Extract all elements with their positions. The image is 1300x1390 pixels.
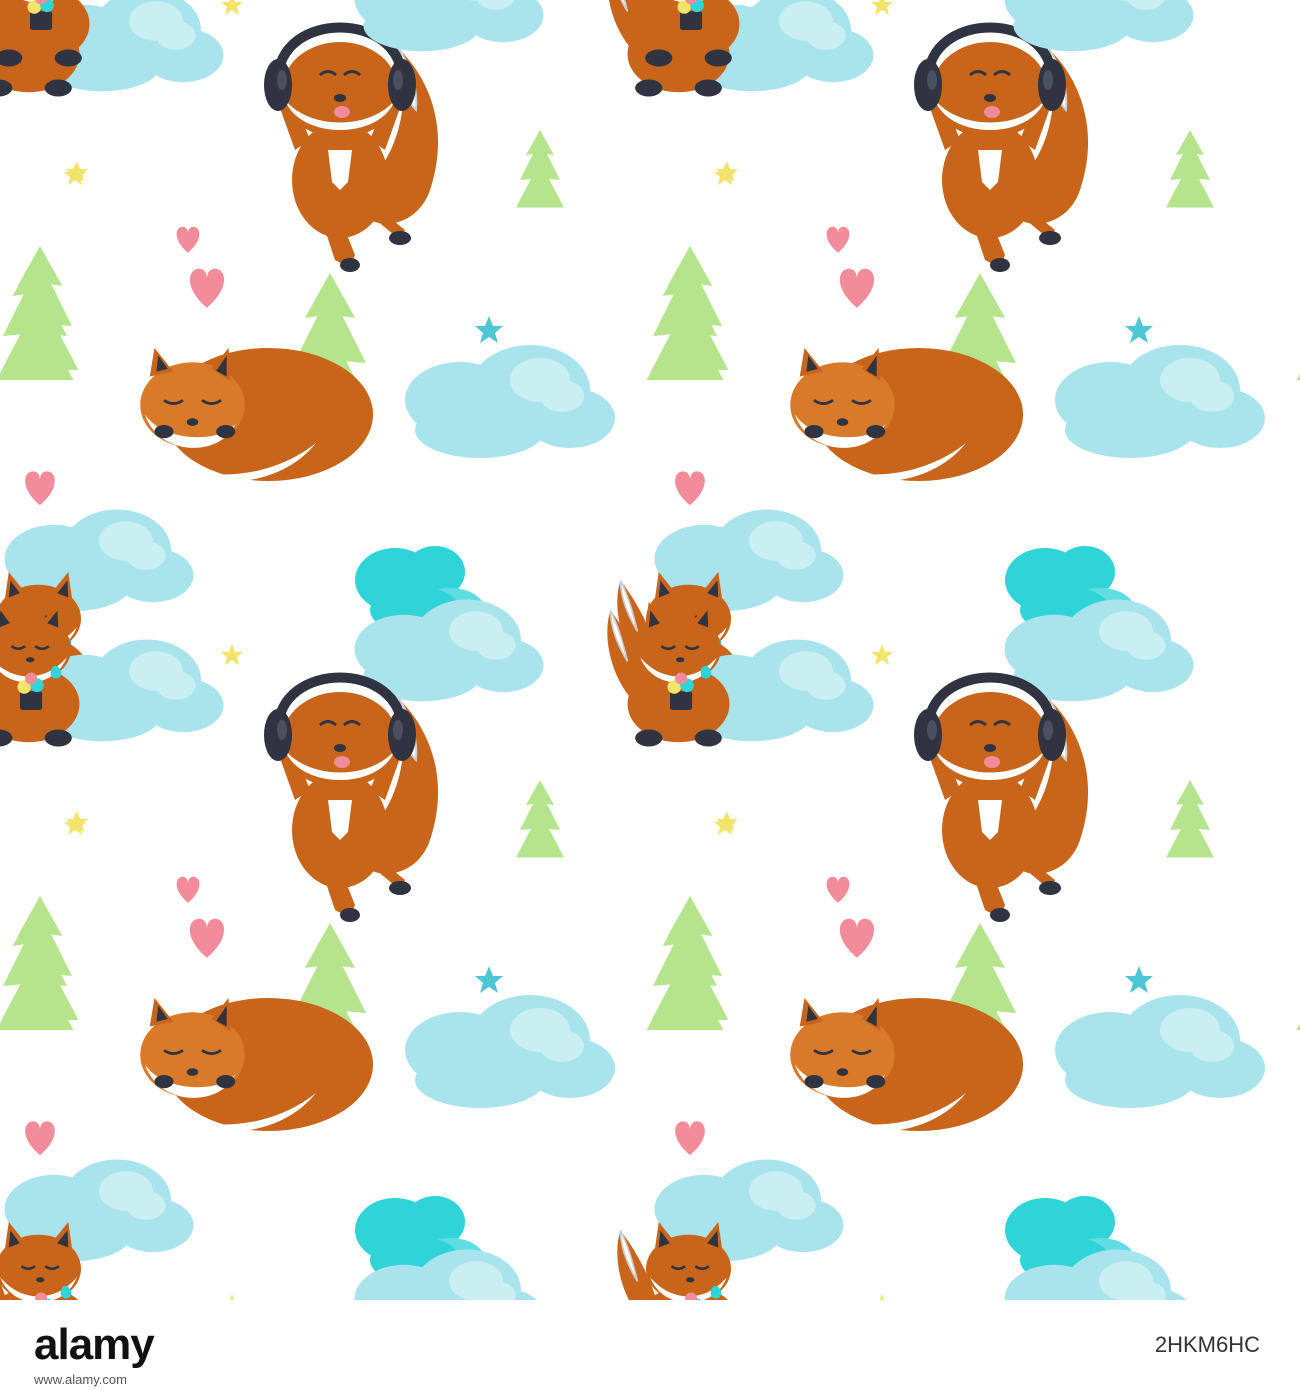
heart-icon <box>675 1121 705 1156</box>
heart-icon <box>839 268 875 308</box>
star-icon <box>475 316 503 343</box>
heart-icon <box>176 226 200 253</box>
heart-icon <box>189 268 225 308</box>
heart-icon <box>176 876 200 903</box>
sleeping-fox-icon <box>788 996 1025 1133</box>
fox-with-headphones-icon <box>914 678 1088 923</box>
fir-tree-icon <box>1166 780 1214 858</box>
star-icon <box>714 814 736 835</box>
fir-tree-icon <box>651 246 729 370</box>
seamless-fox-pattern <box>0 0 1300 1300</box>
star-icon <box>221 0 243 15</box>
heart-icon <box>25 1121 55 1156</box>
fox-with-headphones-icon <box>264 28 438 273</box>
star-icon <box>1125 316 1153 343</box>
fir-tree-icon <box>651 896 729 1020</box>
star-icon <box>475 966 503 993</box>
cloud-icon <box>405 995 615 1108</box>
fir-tree-icon <box>516 130 564 208</box>
heart-icon <box>25 471 55 506</box>
pattern-tiles <box>0 0 1300 1300</box>
site-url[interactable]: www.alamy.com <box>34 1372 127 1387</box>
heart-icon <box>189 918 225 958</box>
cloud-icon <box>1055 995 1265 1108</box>
heart-icon <box>839 918 875 958</box>
fir-tree-icon <box>516 780 564 858</box>
fox-with-headphones-icon <box>264 678 438 923</box>
fox-holding-flowers-icon <box>0 0 91 68</box>
sleeping-fox-icon <box>788 346 1025 483</box>
image-id: 2HKM6HC <box>1154 1332 1260 1357</box>
fir-tree-icon <box>1166 130 1214 208</box>
cloud-icon <box>405 345 615 458</box>
fox-with-headphones-icon <box>914 28 1088 273</box>
fir-tree-icon <box>1296 906 1300 1030</box>
heart-icon <box>675 471 705 506</box>
heart-icon <box>826 226 850 253</box>
star-icon <box>871 0 893 15</box>
cloud-icon <box>1004 0 1194 52</box>
cloud-icon <box>354 0 544 52</box>
star-icon <box>221 644 243 665</box>
fir-tree-icon <box>1296 256 1300 380</box>
star-icon <box>1125 966 1153 993</box>
sleeping-fox-icon <box>138 996 375 1133</box>
sleeping-fox-icon <box>138 346 375 483</box>
star-icon <box>871 644 893 665</box>
cloud-icon <box>1055 345 1265 458</box>
footer-bar: alamy 2HKM6HC www.alamy.com <box>0 1300 1300 1390</box>
pattern-canvas <box>0 0 1300 1300</box>
star-icon <box>714 164 736 185</box>
heart-icon <box>826 876 850 903</box>
alamy-logo[interactable]: alamy <box>34 1320 155 1370</box>
